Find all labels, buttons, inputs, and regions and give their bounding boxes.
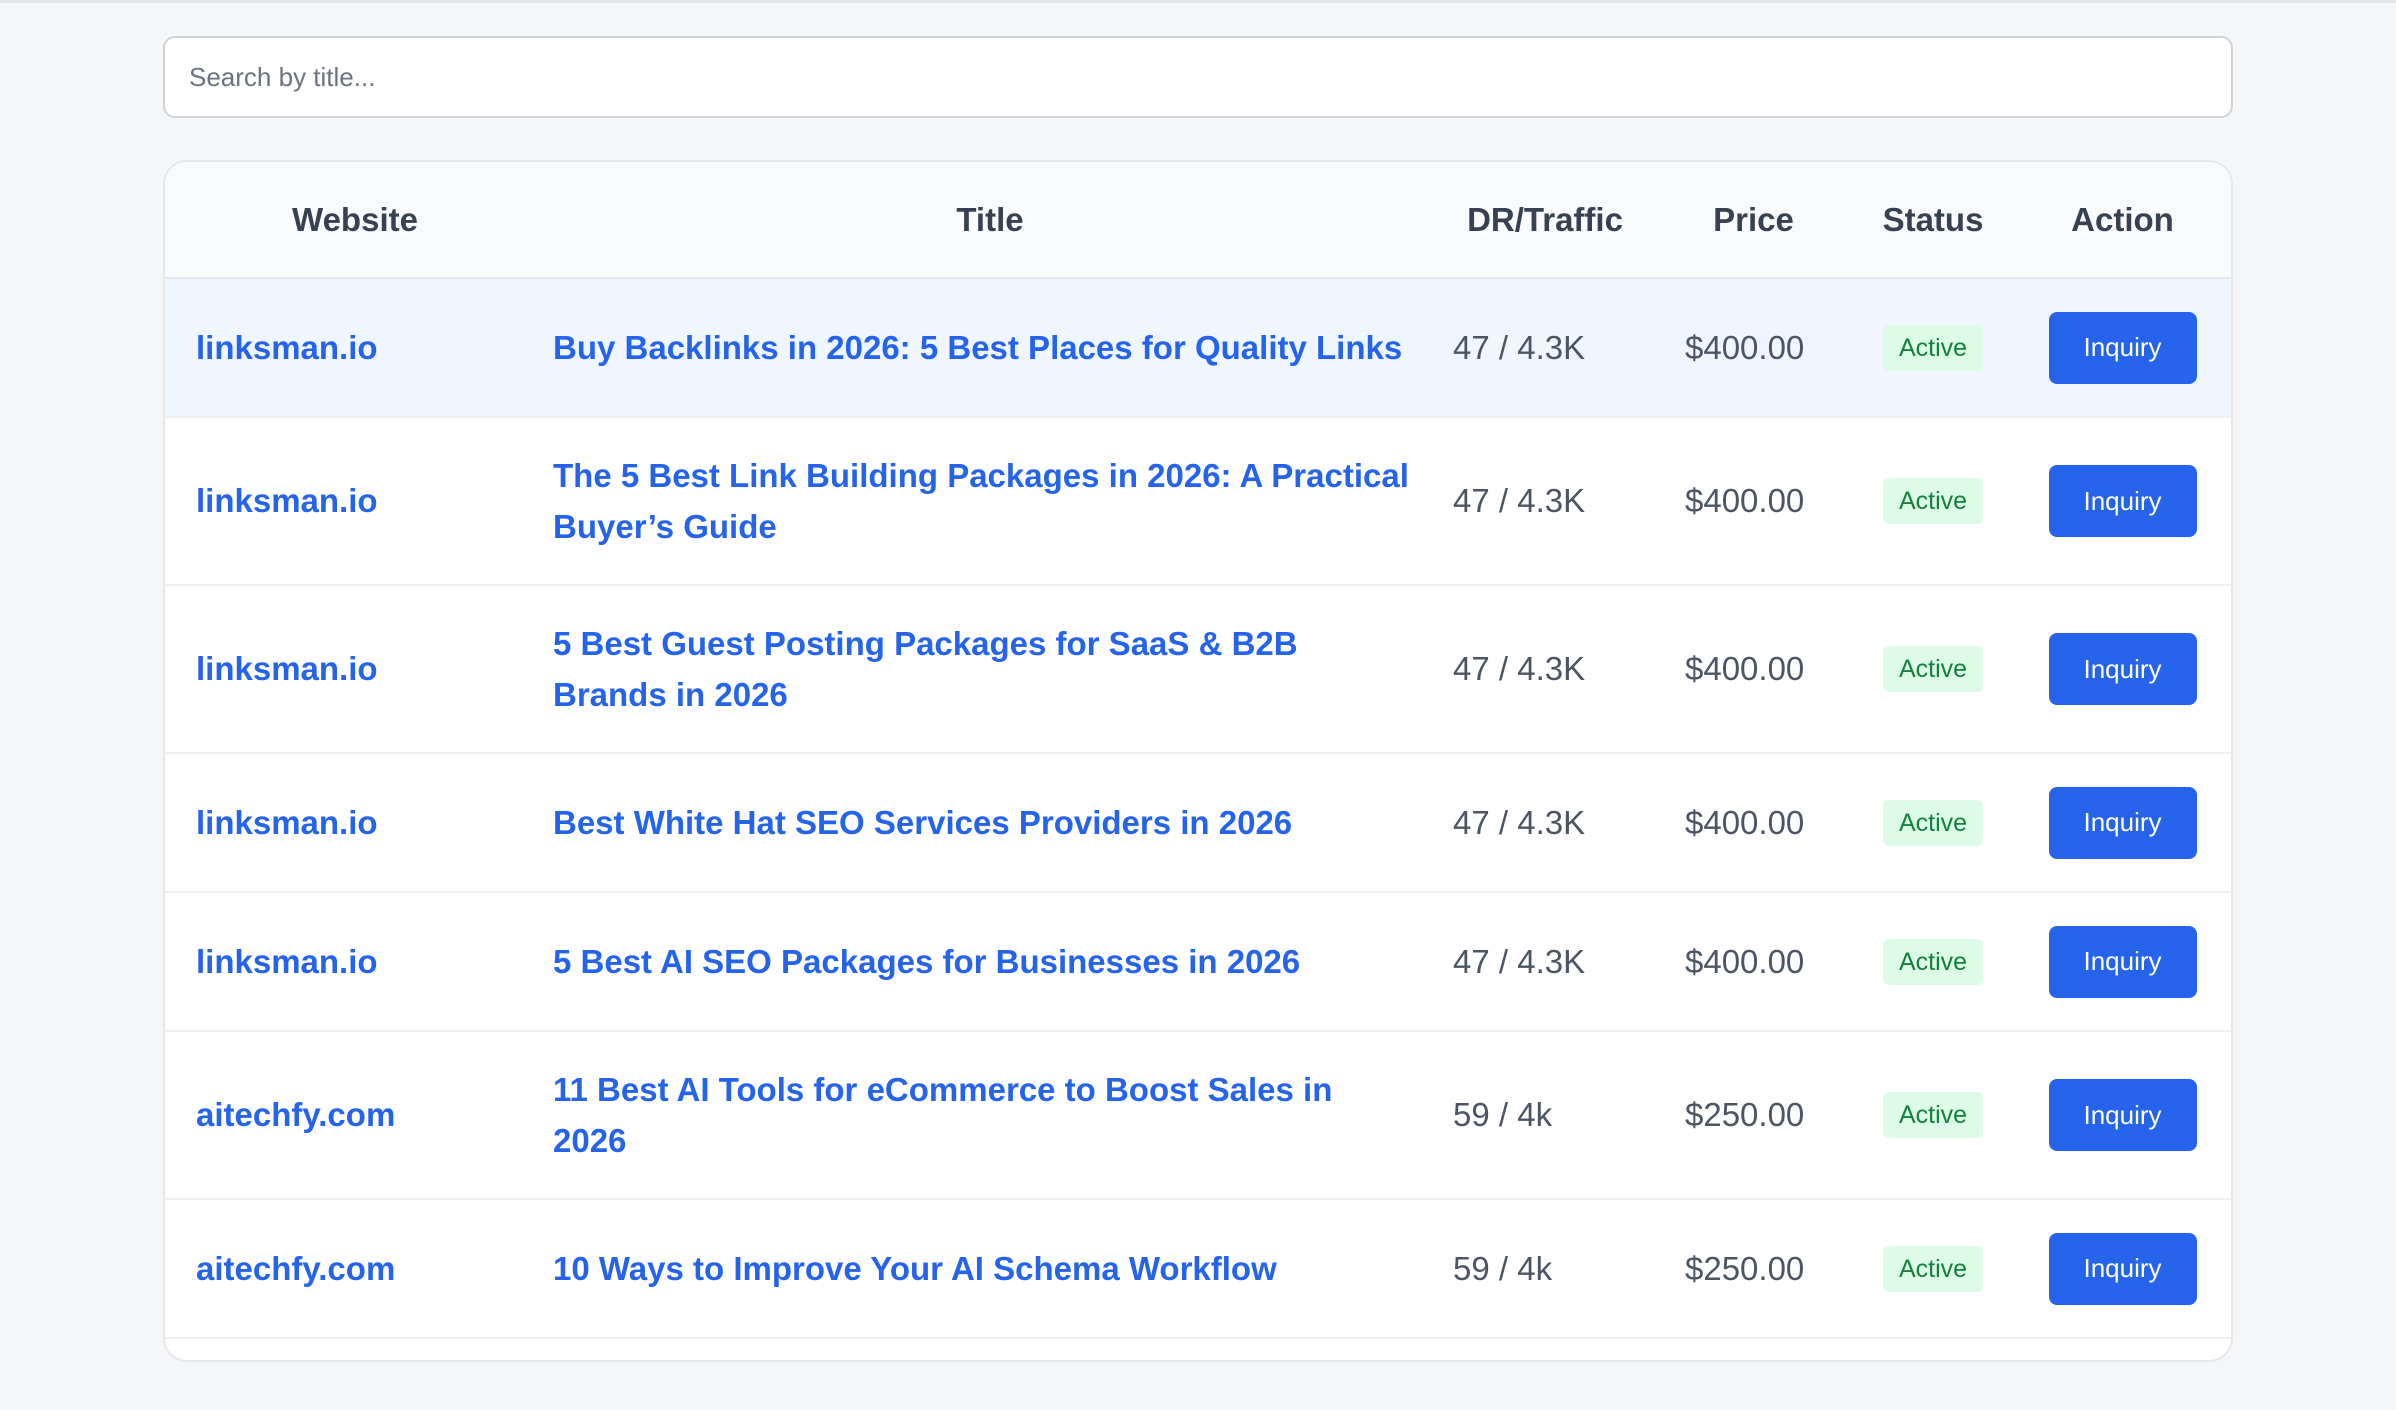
inquiry-button[interactable]: Inquiry [2048, 925, 2197, 998]
title-cell: Buy Backlinks in 2026: 5 Best Places for… [545, 278, 1435, 417]
inquiry-button[interactable]: Inquiry [2048, 1079, 2197, 1151]
dr-traffic-value: 47 / 4.3K [1453, 650, 1586, 687]
title-link[interactable]: 10 Ways to Improve Your AI Schema Workfl… [553, 1250, 1277, 1287]
action-cell: Inquiry [2014, 417, 2231, 585]
dr-traffic-value: 59 / 4k [1453, 1249, 1553, 1287]
title-cell: Best White Hat SEO Services Providers in… [545, 753, 1435, 892]
website-link[interactable]: linksman.io [196, 650, 378, 687]
header-action: Action [2014, 162, 2231, 279]
table-row: linksman.io 5 Best Guest Posting Package… [165, 585, 2231, 753]
website-cell: linksman.io [165, 417, 545, 585]
status-cell: Active [1852, 585, 2014, 753]
table-header-row: Website Title DR/Traffic Price Status Ac… [165, 162, 2231, 279]
website-link[interactable]: aitechfy.com [196, 1250, 395, 1287]
dr-traffic-value: 47 / 4.3K [1453, 803, 1586, 841]
website-cell: linksman.io [165, 585, 545, 753]
listings-table-card: Website Title DR/Traffic Price Status Ac… [163, 160, 2233, 1362]
header-title: Title [545, 162, 1435, 279]
status-badge: Active [1882, 324, 1984, 371]
website-cell: linksman.io [165, 892, 545, 1031]
dr-traffic-value: 47 / 4.3K [1453, 482, 1586, 519]
table-row: aitechfy.com 11 Best AI Tools for eComme… [165, 1031, 2231, 1199]
header-website: Website [165, 162, 545, 279]
inquiry-button[interactable]: Inquiry [2048, 311, 2197, 384]
website-link[interactable]: aitechfy.com [196, 1096, 395, 1133]
action-cell: Inquiry [2014, 585, 2231, 753]
status-badge: Active [1882, 938, 1984, 985]
title-cell: The 5 Best Link Building Packages in 202… [545, 417, 1435, 585]
status-cell: Active [1852, 753, 2014, 892]
website-cell: linksman.io [165, 278, 545, 417]
status-cell: Active [1852, 892, 2014, 1031]
inquiry-button[interactable]: Inquiry [2048, 465, 2197, 537]
listings-table: Website Title DR/Traffic Price Status Ac… [165, 162, 2231, 1339]
inquiry-button[interactable]: Inquiry [2048, 1232, 2197, 1305]
title-cell: 5 Best AI SEO Packages for Businesses in… [545, 892, 1435, 1031]
table-row: linksman.io Buy Backlinks in 2026: 5 Bes… [165, 278, 2231, 417]
table-row: linksman.io 5 Best AI SEO Packages for B… [165, 892, 2231, 1031]
inquiry-button[interactable]: Inquiry [2048, 633, 2197, 705]
action-cell: Inquiry [2014, 1031, 2231, 1199]
dr-traffic-value: 59 / 4k [1453, 1096, 1553, 1133]
header-status: Status [1852, 162, 2014, 279]
title-link[interactable]: Best White Hat SEO Services Providers in… [553, 804, 1292, 841]
website-link[interactable]: linksman.io [196, 329, 378, 366]
status-badge: Active [1882, 646, 1984, 692]
status-badge: Active [1882, 1245, 1984, 1292]
price-value: $400.00 [1685, 482, 1805, 519]
action-cell: Inquiry [2014, 1199, 2231, 1338]
table-body: linksman.io Buy Backlinks in 2026: 5 Bes… [165, 278, 2231, 1338]
status-badge: Active [1882, 1092, 1984, 1138]
status-cell: Active [1852, 1031, 2014, 1199]
price-value: $400.00 [1685, 803, 1805, 841]
title-link[interactable]: The 5 Best Link Building Packages in 202… [553, 457, 1409, 545]
table-row: aitechfy.com 10 Ways to Improve Your AI … [165, 1199, 2231, 1338]
title-link[interactable]: 11 Best AI Tools for eCommerce to Boost … [553, 1071, 1332, 1159]
status-cell: Active [1852, 278, 2014, 417]
website-link[interactable]: linksman.io [196, 943, 378, 980]
price-value: $400.00 [1685, 328, 1805, 366]
header-dr-traffic: DR/Traffic [1435, 162, 1655, 279]
website-cell: linksman.io [165, 753, 545, 892]
table-header: Website Title DR/Traffic Price Status Ac… [165, 162, 2231, 279]
title-cell: 10 Ways to Improve Your AI Schema Workfl… [545, 1199, 1435, 1338]
price-value: $400.00 [1685, 942, 1805, 980]
dr-traffic-value: 47 / 4.3K [1453, 942, 1586, 980]
title-link[interactable]: 5 Best Guest Posting Packages for SaaS &… [553, 625, 1298, 713]
header-price: Price [1655, 162, 1852, 279]
title-cell: 5 Best Guest Posting Packages for SaaS &… [545, 585, 1435, 753]
status-cell: Active [1852, 1199, 2014, 1338]
website-cell: aitechfy.com [165, 1199, 545, 1338]
status-cell: Active [1852, 417, 2014, 585]
price-value: $400.00 [1685, 650, 1805, 687]
status-badge: Active [1882, 799, 1984, 846]
top-divider [0, 0, 2396, 3]
price-value: $250.00 [1685, 1249, 1805, 1287]
action-cell: Inquiry [2014, 892, 2231, 1031]
website-link[interactable]: linksman.io [196, 482, 378, 519]
price-value: $250.00 [1685, 1096, 1805, 1133]
status-badge: Active [1882, 478, 1984, 524]
action-cell: Inquiry [2014, 278, 2231, 417]
inquiry-button[interactable]: Inquiry [2048, 786, 2197, 859]
website-link[interactable]: linksman.io [196, 804, 378, 841]
title-cell: 11 Best AI Tools for eCommerce to Boost … [545, 1031, 1435, 1199]
search-box [163, 36, 2233, 118]
title-link[interactable]: 5 Best AI SEO Packages for Businesses in… [553, 943, 1300, 980]
table-row: linksman.io Best White Hat SEO Services … [165, 753, 2231, 892]
title-link[interactable]: Buy Backlinks in 2026: 5 Best Places for… [553, 329, 1402, 366]
action-cell: Inquiry [2014, 753, 2231, 892]
website-cell: aitechfy.com [165, 1031, 545, 1199]
search-input[interactable] [165, 38, 2231, 116]
dr-traffic-value: 47 / 4.3K [1453, 328, 1586, 366]
table-row: linksman.io The 5 Best Link Building Pac… [165, 417, 2231, 585]
